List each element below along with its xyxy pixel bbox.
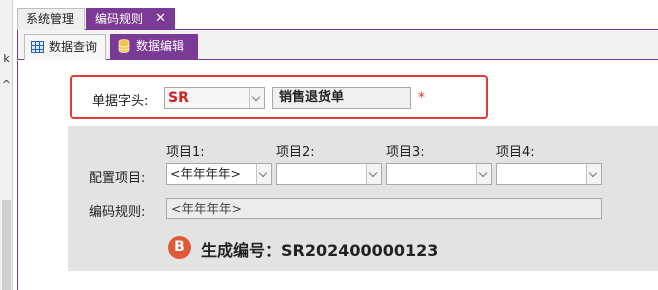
window-tab-strip: 系统管理 编码规则 ✕ bbox=[17, 0, 658, 30]
item-select-4[interactable] bbox=[496, 163, 602, 185]
item-select-1[interactable]: <年年年年> bbox=[166, 163, 272, 185]
item-select-3[interactable] bbox=[386, 163, 492, 185]
coding-rule-field: <年年年年> bbox=[166, 198, 602, 219]
item-select-2[interactable] bbox=[276, 163, 382, 185]
document-prefix-label: 单据字头: bbox=[92, 94, 149, 109]
tab-label: 编码规则 bbox=[95, 12, 144, 26]
generated-number-text: 生成编号：SR202400000123 bbox=[201, 241, 439, 260]
item-select-1-value: <年年年年> bbox=[170, 166, 241, 181]
left-strip-glyph-2: ^ bbox=[1, 78, 12, 91]
tab-label: 数据编辑 bbox=[136, 39, 185, 53]
close-icon[interactable]: ✕ bbox=[155, 9, 166, 29]
tab-label: 系统管理 bbox=[26, 12, 75, 26]
grid-icon bbox=[31, 41, 44, 53]
left-collapsed-panel: k ^ bbox=[0, 0, 13, 290]
item-label-4: 项目4: bbox=[496, 145, 535, 160]
tab-coding-rules[interactable]: 编码规则 ✕ bbox=[86, 8, 175, 30]
config-items-label: 配置项目: bbox=[89, 171, 146, 186]
tab-data-query[interactable]: 数据查询 bbox=[24, 34, 106, 60]
item-label-1: 项目1: bbox=[166, 145, 205, 160]
database-icon bbox=[118, 39, 130, 53]
coding-rule-label: 编码规则: bbox=[89, 205, 146, 220]
chevron-down-icon[interactable] bbox=[249, 88, 264, 108]
b-badge-icon: B bbox=[168, 236, 191, 259]
tab-label: 数据查询 bbox=[49, 40, 98, 54]
chevron-down-icon[interactable] bbox=[256, 164, 271, 184]
required-mark: * bbox=[418, 90, 425, 106]
item-label-3: 项目3: bbox=[386, 145, 425, 160]
document-prefix-value: SR bbox=[168, 90, 189, 106]
item-label-2: 项目2: bbox=[276, 145, 315, 160]
document-prefix-select[interactable]: SR bbox=[164, 87, 265, 109]
tab-system-management[interactable]: 系统管理 bbox=[17, 8, 85, 30]
document-name-field[interactable]: 销售退货单 bbox=[272, 87, 411, 109]
tab-data-edit[interactable]: 数据编辑 bbox=[110, 34, 198, 60]
chevron-down-icon[interactable] bbox=[366, 164, 381, 184]
left-strip-glyph-1: k bbox=[3, 52, 10, 65]
left-scrollbar-thumb[interactable] bbox=[2, 200, 11, 290]
chevron-down-icon[interactable] bbox=[586, 164, 601, 184]
sub-tab-bar: 数据查询 数据编辑 bbox=[17, 30, 658, 60]
chevron-down-icon[interactable] bbox=[476, 164, 491, 184]
